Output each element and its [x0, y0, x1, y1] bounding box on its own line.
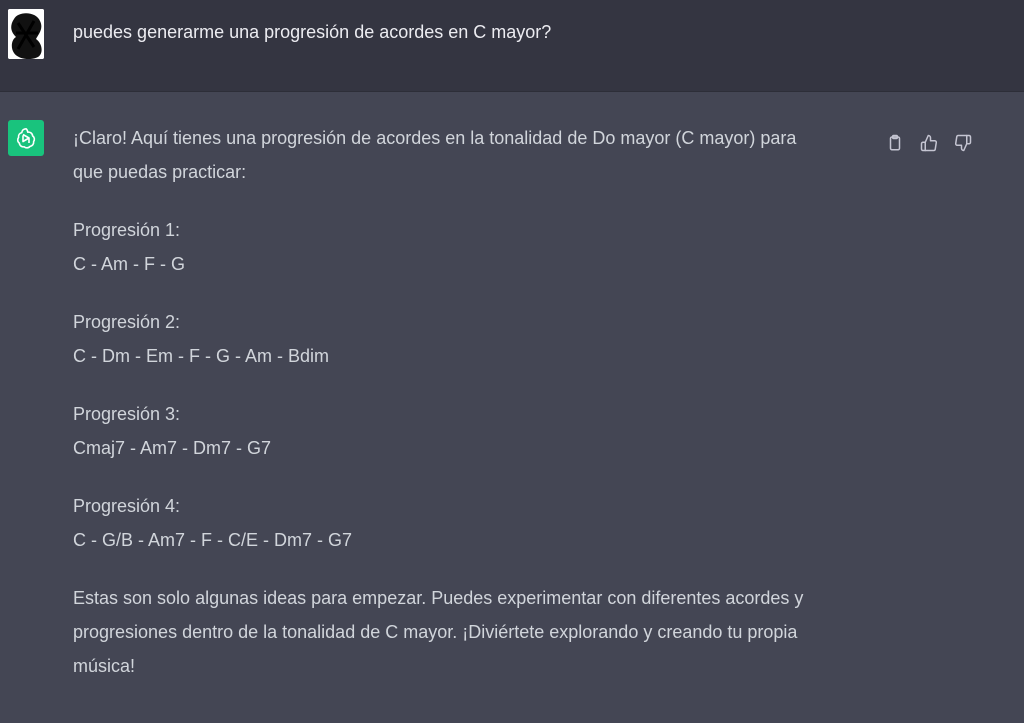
progression-chords: C - G/B - Am7 - F - C/E - Dm7 - G7	[73, 530, 353, 550]
clipboard-icon	[889, 134, 901, 151]
progression-title: Progresión 2:	[73, 312, 181, 332]
outro-paragraph: Estas son solo algunas ideas para empeza…	[73, 581, 863, 683]
progression-title: Progresión 1:	[73, 220, 181, 240]
progression-chords: Cmaj7 - Am7 - Dm7 - G7	[73, 438, 272, 458]
progression-2: Progresión 2: C - Dm - Em - F - G - Am -…	[73, 305, 863, 373]
dislike-button[interactable]	[952, 132, 974, 154]
assistant-message-body: ¡Claro! Aquí tienes una progresión de ac…	[73, 121, 863, 707]
user-avatar-icon	[8, 9, 44, 59]
progression-4: Progresión 4: C - G/B - Am7 - F - C/E - …	[73, 489, 863, 557]
outro-line-2: progresiones dentro de la tonalidad de C…	[73, 622, 798, 642]
intro-line-1: ¡Claro! Aquí tienes una progresión de ac…	[73, 128, 797, 148]
progression-3: Progresión 3: Cmaj7 - Am7 - Dm7 - G7	[73, 397, 863, 465]
thumbs-down-icon	[954, 134, 972, 152]
progression-chords: C - Am - F - G	[73, 254, 185, 274]
outro-line-3: música!	[73, 656, 136, 676]
progression-title: Progresión 3:	[73, 404, 181, 424]
message-actions	[884, 132, 974, 154]
assistant-message-row: ¡Claro! Aquí tienes una progresión de ac…	[0, 92, 1024, 723]
outro-line-1: Estas son solo algunas ideas para empeza…	[73, 588, 804, 608]
like-button[interactable]	[918, 132, 940, 154]
progression-chords: C - Dm - Em - F - G - Am - Bdim	[73, 346, 329, 366]
intro-paragraph: ¡Claro! Aquí tienes una progresión de ac…	[73, 121, 863, 189]
user-message-row: puedes generarme una progresión de acord…	[0, 0, 1024, 92]
user-message-text: puedes generarme una progresión de acord…	[73, 22, 552, 42]
progression-1: Progresión 1: C - Am - F - G	[73, 213, 863, 281]
progression-title: Progresión 4:	[73, 496, 181, 516]
openai-logo-icon	[8, 120, 44, 156]
thumbs-up-icon	[920, 134, 938, 152]
intro-line-2: que puedas practicar:	[73, 162, 247, 182]
copy-button[interactable]	[884, 132, 906, 154]
